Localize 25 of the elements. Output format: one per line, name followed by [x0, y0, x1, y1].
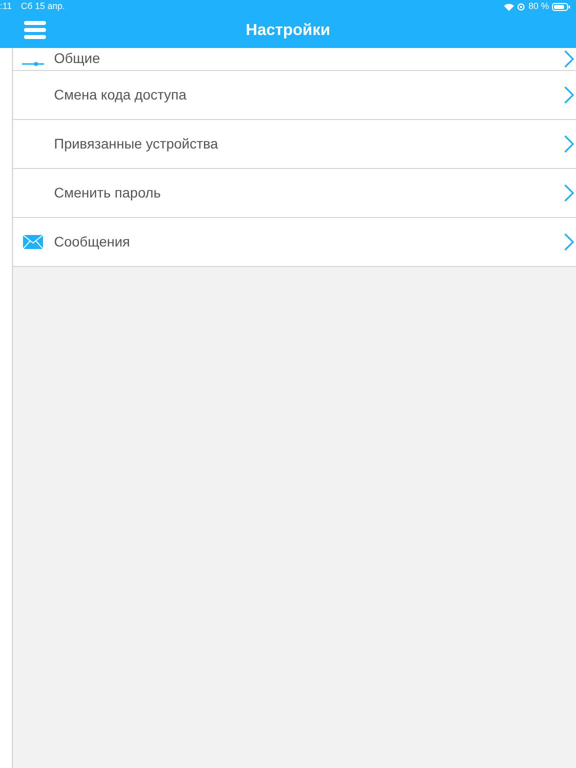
- mail-icon: [23, 235, 43, 249]
- status-time: :11: [0, 0, 12, 14]
- row-label: Привязанные устройства: [54, 134, 218, 154]
- menu-button[interactable]: [24, 21, 46, 39]
- settings-row[interactable]: Сообщения: [13, 218, 576, 267]
- sliders-icon: [22, 60, 44, 68]
- chevron-right-icon: [564, 135, 574, 153]
- settings-row[interactable]: Сменить пароль: [13, 169, 576, 218]
- rotation-lock-icon: [517, 3, 526, 11]
- row-label: Сменить пароль: [54, 184, 161, 202]
- row-label: Смена кода доступа: [54, 86, 186, 104]
- battery-percent: 80 %: [528, 0, 549, 14]
- chevron-right-icon: [564, 86, 574, 104]
- row-label: Общие: [54, 50, 100, 67]
- page-title: Настройки: [246, 21, 330, 41]
- battery-icon: [552, 3, 570, 11]
- settings-row[interactable]: Привязанные устройства: [13, 120, 576, 169]
- settings-row[interactable]: Смена кода доступа: [13, 71, 576, 120]
- chevron-right-icon: [564, 50, 574, 68]
- settings-row[interactable]: Общие: [13, 48, 576, 71]
- status-date: Сб 15 апр.: [20, 0, 65, 14]
- chevron-right-icon: [564, 184, 574, 202]
- wifi-icon: [504, 3, 514, 11]
- row-label: Сообщения: [54, 232, 130, 252]
- chevron-right-icon: [564, 233, 574, 251]
